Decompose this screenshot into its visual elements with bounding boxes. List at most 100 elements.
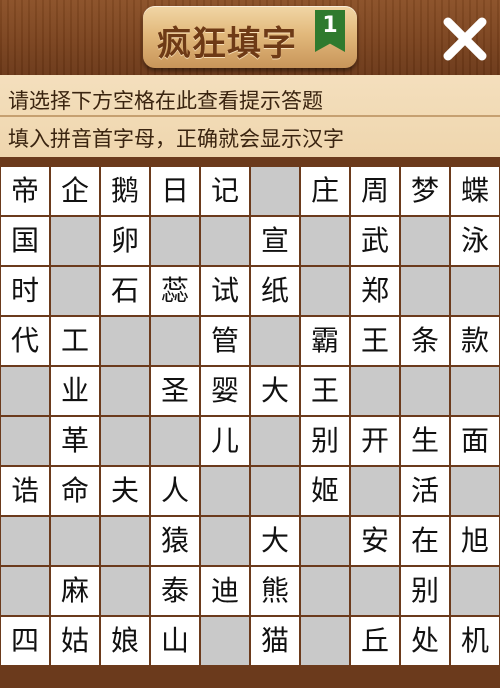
grid-cell-blocked [451,567,499,615]
grid-cell-blocked [51,217,99,265]
grid-cell[interactable]: 迪 [201,567,249,615]
grid-cell-blocked [251,317,299,365]
grid-cell[interactable]: 在 [401,517,449,565]
grid-cell[interactable]: 卵 [101,217,149,265]
grid-cell[interactable]: 王 [301,367,349,415]
grid-cell-blocked [101,517,149,565]
grid-cell-blocked [101,567,149,615]
hint-instruction-input: 填入拼音首字母，正确就会显示汉字 [8,127,344,151]
grid-cell[interactable]: 宣 [251,217,299,265]
grid-cell[interactable]: 记 [201,167,249,215]
grid-cell[interactable]: 纸 [251,267,299,315]
grid-cell[interactable]: 圣 [151,367,199,415]
grid-cell[interactable]: 蝶 [451,167,499,215]
grid-cell[interactable]: 大 [251,367,299,415]
grid-cell[interactable]: 生 [401,417,449,465]
grid-cell[interactable]: 人 [151,467,199,515]
grid-cell[interactable]: 猿 [151,517,199,565]
grid-cell-blocked [51,267,99,315]
grid-cell[interactable]: 别 [301,417,349,465]
grid-cell[interactable]: 鹅 [101,167,149,215]
grid-cell[interactable]: 大 [251,517,299,565]
grid-cell-blocked [1,367,49,415]
grid-cell[interactable]: 麻 [51,567,99,615]
grid-cell[interactable]: 国 [1,217,49,265]
grid-cell[interactable]: 儿 [201,417,249,465]
level-badge: 1 [315,10,345,52]
grid-cell[interactable]: 管 [201,317,249,365]
grid-cell[interactable]: 款 [451,317,499,365]
grid-cell[interactable]: 开 [351,417,399,465]
grid-cell[interactable]: 泰 [151,567,199,615]
grid-cell[interactable]: 熊 [251,567,299,615]
grid-cell[interactable]: 郑 [351,267,399,315]
grid-cell[interactable]: 帝 [1,167,49,215]
grid-cell[interactable]: 武 [351,217,399,265]
grid-cell[interactable]: 条 [401,317,449,365]
grid-cell-blocked [301,517,349,565]
grid-cell-blocked [201,517,249,565]
grid-cell[interactable]: 诰 [1,467,49,515]
grid-cell[interactable]: 别 [401,567,449,615]
grid-cell-blocked [401,217,449,265]
grid-cell-blocked [151,317,199,365]
hint-instruction-select: 请选择下方空格在此查看提示答题 [8,89,323,113]
grid-cell-blocked [1,517,49,565]
grid-cell-blocked [351,467,399,515]
grid-cell-blocked [451,367,499,415]
grid-cell-blocked [401,367,449,415]
grid-cell-blocked [301,617,349,665]
grid-cell[interactable]: 泳 [451,217,499,265]
grid-cell[interactable]: 猫 [251,617,299,665]
grid-cell-blocked [251,467,299,515]
grid-cell-blocked [451,267,499,315]
grid-cell[interactable]: 娘 [101,617,149,665]
title-plaque: 疯狂填字 1 [143,6,357,68]
grid-cell[interactable]: 王 [351,317,399,365]
grid-cell[interactable]: 革 [51,417,99,465]
grid-cell[interactable]: 霸 [301,317,349,365]
close-button[interactable] [438,12,492,66]
grid-cell-blocked [351,367,399,415]
grid-cell[interactable]: 姑 [51,617,99,665]
grid-cell-blocked [401,267,449,315]
grid-cell[interactable]: 周 [351,167,399,215]
grid-cell[interactable]: 梦 [401,167,449,215]
grid-cell[interactable]: 处 [401,617,449,665]
grid-cell[interactable]: 安 [351,517,399,565]
grid-cell[interactable]: 夫 [101,467,149,515]
grid-cell[interactable]: 命 [51,467,99,515]
grid-cell[interactable]: 石 [101,267,149,315]
grid-cell[interactable]: 庄 [301,167,349,215]
grid-cell[interactable]: 旭 [451,517,499,565]
grid-cell[interactable]: 活 [401,467,449,515]
grid-cell[interactable]: 企 [51,167,99,215]
grid-cell[interactable]: 面 [451,417,499,465]
grid-cell[interactable]: 姬 [301,467,349,515]
grid-cell[interactable]: 山 [151,617,199,665]
grid-cell-blocked [201,617,249,665]
grid-cell-blocked [101,417,149,465]
grid-cell-blocked [151,417,199,465]
grid-cell-blocked [201,467,249,515]
board-bottom-edge [0,666,500,688]
grid-cell[interactable]: 时 [1,267,49,315]
grid-cell-blocked [101,317,149,365]
grid-cell[interactable]: 试 [201,267,249,315]
grid-cell[interactable]: 业 [51,367,99,415]
grid-cell[interactable]: 日 [151,167,199,215]
grid-cell[interactable]: 蕊 [151,267,199,315]
grid-cell-blocked [251,417,299,465]
grid-cell[interactable]: 四 [1,617,49,665]
grid-cell-blocked [301,267,349,315]
grid-cell[interactable]: 丘 [351,617,399,665]
grid-cell[interactable]: 婴 [201,367,249,415]
grid-cell[interactable]: 工 [51,317,99,365]
grid-cell[interactable]: 机 [451,617,499,665]
grid-cell-blocked [301,567,349,615]
hint-panel: 请选择下方空格在此查看提示答题 填入拼音首字母，正确就会显示汉字 [0,75,500,157]
grid-cell-blocked [151,217,199,265]
grid-cell-blocked [101,367,149,415]
close-x-icon [443,17,487,61]
grid-cell[interactable]: 代 [1,317,49,365]
